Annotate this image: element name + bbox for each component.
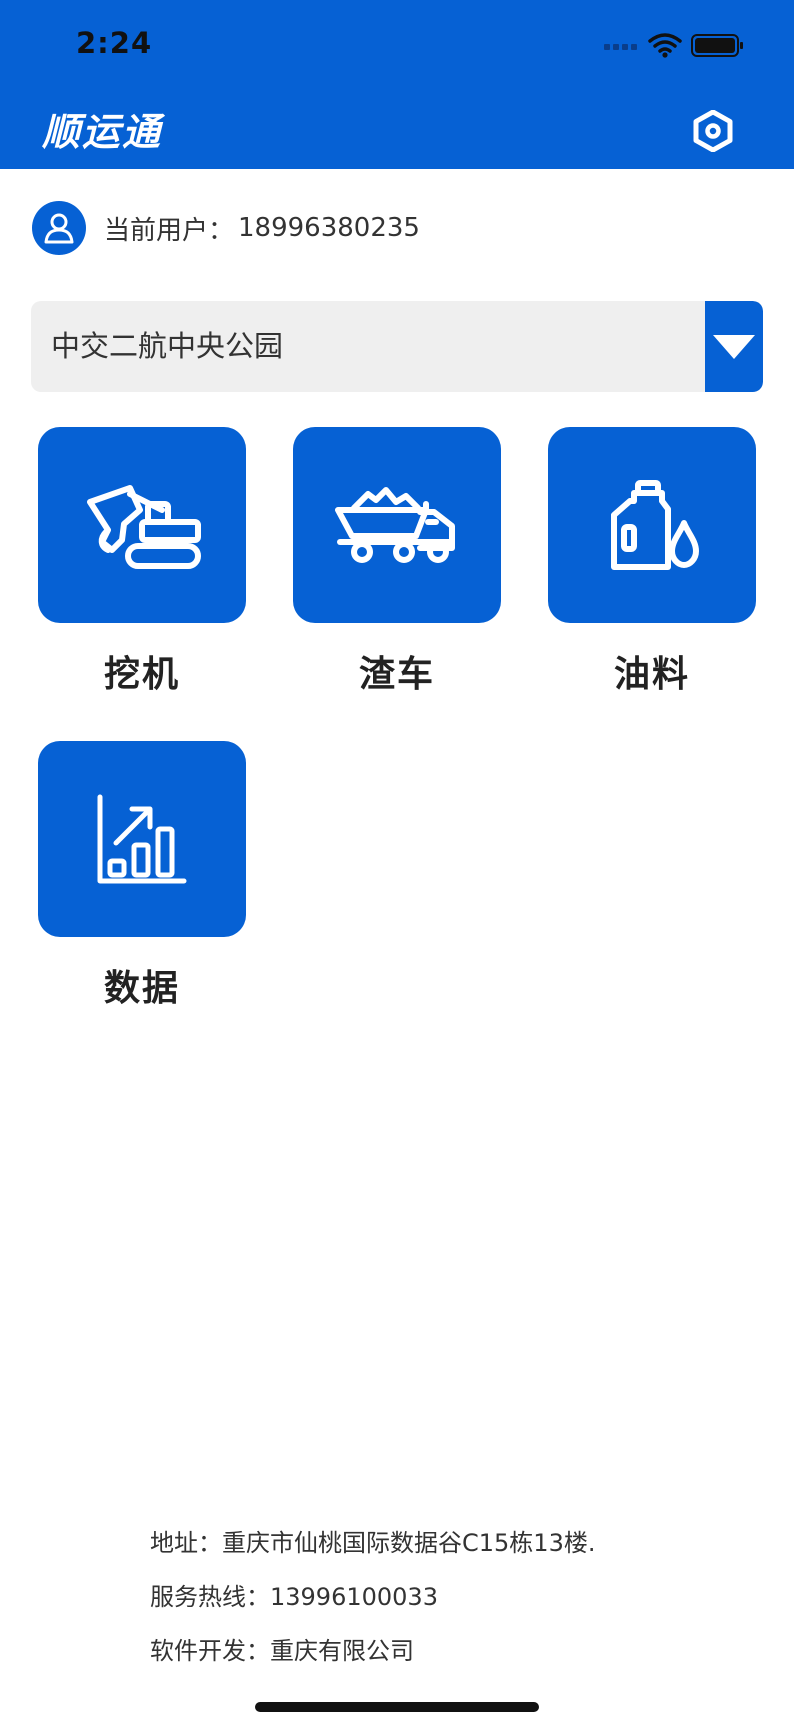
app-title: 顺运通 <box>42 110 163 154</box>
wifi-icon <box>648 33 682 53</box>
current-user-row: 当前用户： 18996380235 <box>32 200 420 256</box>
footer-hotline: 服务热线：13996100033 <box>150 1583 438 1611</box>
current-user-phone: 18996380235 <box>238 213 420 243</box>
tile-dump-truck-button[interactable] <box>293 427 501 623</box>
footer-address: 地址：重庆市仙桃国际数据谷C15栋13楼. <box>150 1529 596 1557</box>
oil-can-icon <box>611 480 699 570</box>
tile-oil[interactable]: 油料 <box>548 427 756 697</box>
tile-excavator-label: 挖机 <box>103 654 180 695</box>
tile-dump-truck[interactable]: 渣车 <box>293 427 501 697</box>
tile-data-label: 数据 <box>103 968 180 1009</box>
battery-icon <box>691 34 743 57</box>
tile-dump-truck-label: 渣车 <box>358 654 435 695</box>
status-icons <box>604 30 754 60</box>
user-icon <box>44 213 74 244</box>
footer-developer: 软件开发：重庆有限公司 <box>150 1637 414 1665</box>
dump-truck-icon <box>335 487 455 563</box>
tile-excavator[interactable]: 挖机 <box>38 427 246 697</box>
settings-hex-icon <box>693 110 733 152</box>
current-user-label: 当前用户： <box>104 215 235 246</box>
app-header: 2:24 顺运通 <box>0 0 794 169</box>
triangle-down-icon <box>713 334 755 359</box>
excavator-icon <box>87 485 201 569</box>
tile-data[interactable]: 数据 <box>38 741 246 1011</box>
tile-data-button[interactable] <box>38 741 246 937</box>
footer-info: 地址：重庆市仙桃国际数据谷C15栋13楼. 服务热线：13996100033 软… <box>150 1516 595 1678</box>
home-indicator[interactable] <box>255 1702 539 1712</box>
bar-chart-icon <box>97 794 187 884</box>
cellular-signal-icon <box>604 44 637 50</box>
status-time: 2:24 <box>76 26 153 60</box>
dropdown-button[interactable] <box>705 301 763 392</box>
tile-oil-button[interactable] <box>548 427 756 623</box>
home-screen: 2:24 顺运通 当前用户： 18996380235 中交二航中央公园 挖机 渣… <box>0 0 794 1725</box>
user-avatar[interactable] <box>32 201 86 255</box>
tile-excavator-button[interactable] <box>38 427 246 623</box>
project-selector[interactable]: 中交二航中央公园 <box>31 301 763 392</box>
project-selector-value: 中交二航中央公园 <box>51 329 284 363</box>
settings-button[interactable] <box>688 106 738 156</box>
tile-oil-label: 油料 <box>613 654 690 695</box>
